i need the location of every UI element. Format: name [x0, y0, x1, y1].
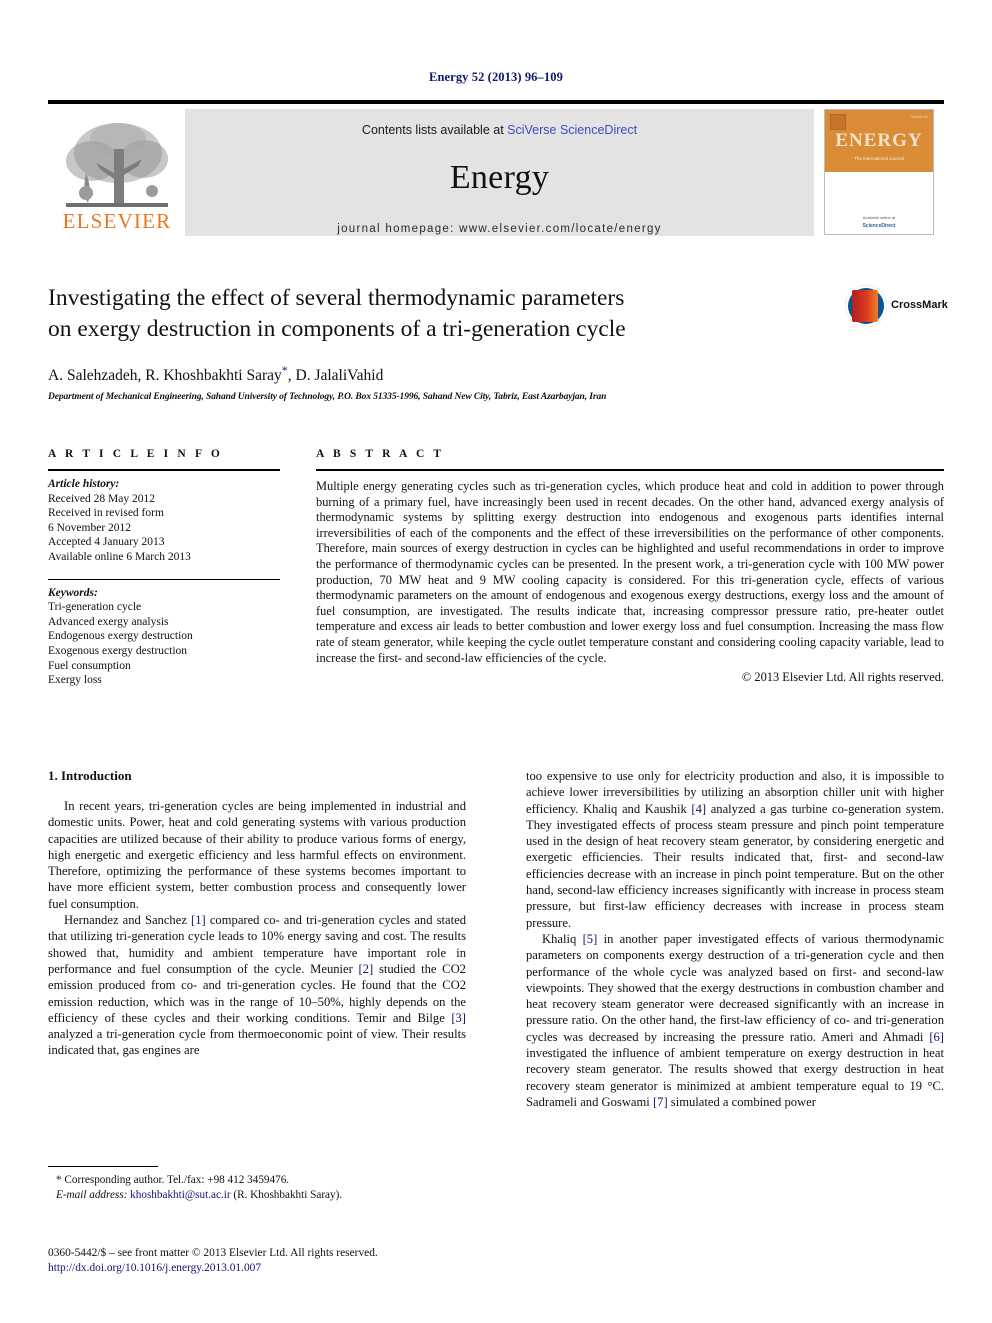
text-run: analyzed a tri-generation cycle from the… — [48, 1027, 466, 1058]
email-address-label: E-mail address: — [56, 1188, 128, 1201]
legal-block: 0360-5442/$ – see front matter © 2013 El… — [48, 1246, 568, 1276]
title-line-1: Investigating the effect of several ther… — [48, 285, 625, 311]
keywords-block: Keywords: Tri-generation cycle Advanced … — [48, 580, 280, 688]
footnote-corresponding-line: * Corresponding author. Tel./fax: +98 41… — [56, 1174, 290, 1186]
body-column-left: 1. Introduction In recent years, tri-gen… — [48, 768, 466, 1110]
text-run: analyzed a gas turbine co-generation sys… — [526, 801, 944, 930]
citation-ref-4[interactable]: [4] — [691, 802, 706, 816]
email-owner: (R. Khoshbakhti Saray). — [233, 1188, 343, 1201]
article-first-page: Energy 52 (2013) 96–109 ELSEVIER Content… — [0, 0, 992, 1323]
title-block: Investigating the effect of several ther… — [48, 283, 848, 402]
crossmark-badge[interactable]: CrossMark — [845, 283, 948, 339]
intro-paragraph-1: In recent years, tri-generation cycles a… — [48, 799, 466, 911]
author-list: A. Salehzadeh, R. Khoshbakhti Saray*, D.… — [48, 363, 848, 385]
journal-homepage-link[interactable]: journal homepage: www.elsevier.com/locat… — [337, 223, 662, 235]
cover-journal-title: ENERGY — [835, 130, 923, 151]
elsevier-logo-cell: ELSEVIER — [48, 109, 185, 236]
page-title: Investigating the effect of several ther… — [48, 283, 848, 345]
cover-availability-text: Available online at — [862, 215, 896, 220]
text-run: Khaliq — [542, 931, 583, 946]
footnote-rule — [48, 1166, 158, 1167]
article-history-block: Article history: Received 28 May 2012 Re… — [48, 471, 280, 565]
email-link[interactable]: khoshbakhti@sut.ac.ir — [130, 1189, 230, 1201]
history-item: Received in revised form — [48, 507, 164, 520]
history-item: Received 28 May 2012 — [48, 492, 155, 505]
authors-main: A. Salehzadeh, R. Khoshbakhti Saray — [48, 367, 282, 385]
keyword-item: Exergy loss — [48, 674, 102, 687]
body-column-right: too expensive to use only for electricit… — [526, 768, 944, 1110]
intro-paragraph-4: Khaliq [5] in another paper investigated… — [526, 931, 944, 1110]
footnote-email-line: E-mail address: khoshbakhti@sut.ac.ir (R… — [48, 1188, 466, 1203]
journal-cover-cell: Volume 52 ENERGY The International Journ… — [814, 109, 944, 236]
crossmark-icon — [845, 285, 887, 327]
text-run: in another paper investigated effects of… — [526, 931, 944, 1044]
authors-tail: , D. JalaliVahid — [287, 367, 384, 385]
citation-ref-6[interactable]: [6] — [929, 1030, 944, 1044]
doi-link[interactable]: http://dx.doi.org/10.1016/j.energy.2013.… — [48, 1261, 568, 1276]
citation-ref-2[interactable]: [2] — [359, 962, 374, 976]
elsevier-wordmark: ELSEVIER — [62, 209, 172, 233]
journal-title: Energy — [449, 159, 550, 196]
cover-issue-label: Volume 52 — [911, 115, 928, 119]
abstract-heading: A B S T R A C T — [316, 448, 445, 460]
keyword-item: Endogenous exergy destruction — [48, 630, 193, 643]
intro-paragraph-3: too expensive to use only for electricit… — [526, 768, 944, 931]
title-line-2: on exergy destruction in components of a… — [48, 316, 626, 342]
masthead-center: Contents lists available at SciVerse Sci… — [185, 109, 814, 236]
abstract-column: A B S T R A C T Multiple energy generati… — [316, 448, 944, 688]
journal-cover-thumbnail: Volume 52 ENERGY The International Journ… — [824, 109, 934, 235]
citation-ref-7[interactable]: [7] — [653, 1095, 668, 1109]
keyword-item: Fuel consumption — [48, 659, 131, 672]
abstract-text: Multiple energy generating cycles such a… — [316, 479, 944, 665]
journal-masthead: ELSEVIER Contents lists available at Sci… — [48, 100, 944, 236]
history-item: Accepted 4 January 2013 — [48, 536, 165, 549]
contents-prefix: Contents lists available at — [361, 123, 508, 137]
crossmark-inner-shape — [852, 290, 878, 322]
citation-ref-1[interactable]: [1] — [191, 913, 206, 927]
text-run: Hernandez and Sanchez — [64, 913, 192, 928]
citation-ref-3[interactable]: [3] — [451, 1011, 466, 1025]
article-info-heading: A R T I C L E I N F O — [48, 448, 223, 460]
corresponding-author-footnote: * Corresponding author. Tel./fax: +98 41… — [48, 1166, 466, 1202]
info-abstract-region: A R T I C L E I N F O Article history: R… — [48, 448, 944, 688]
history-item: 6 November 2012 — [48, 521, 132, 534]
section-heading-introduction: 1. Introduction — [48, 768, 132, 783]
running-head: Energy 52 (2013) 96–109 — [429, 70, 563, 84]
article-history-label: Article history: — [48, 478, 120, 490]
keywords-label: Keywords: — [48, 586, 98, 599]
body-columns: 1. Introduction In recent years, tri-gen… — [48, 768, 944, 1110]
keyword-item: Exogenous exergy destruction — [48, 644, 188, 657]
cover-elsevier-mark — [830, 114, 846, 130]
article-info-column: A R T I C L E I N F O Article history: R… — [48, 448, 280, 688]
keyword-item: Tri-generation cycle — [48, 601, 142, 614]
text-run: simulated a combined power — [667, 1094, 816, 1109]
issn-copyright-line: 0360-5442/$ – see front matter © 2013 El… — [48, 1247, 378, 1259]
history-item: Available online 6 March 2013 — [48, 550, 191, 563]
intro-paragraph-2: Hernandez and Sanchez [1] compared co- a… — [48, 912, 466, 1059]
cover-journal-subtitle: The International Journal — [854, 156, 904, 161]
crossmark-label: CrossMark — [891, 299, 948, 311]
keyword-item: Advanced exergy analysis — [48, 615, 169, 628]
contents-available-line: Contents lists available at SciVerse Sci… — [362, 123, 637, 137]
author-affiliation: Department of Mechanical Engineering, Sa… — [48, 392, 607, 403]
abstract-copyright: © 2013 Elsevier Ltd. All rights reserved… — [741, 670, 944, 685]
sciencedirect-link[interactable]: SciVerse ScienceDirect — [507, 123, 637, 137]
cover-sciencedirect-label: ScienceDirect — [862, 223, 896, 229]
citation-ref-5[interactable]: [5] — [583, 932, 598, 946]
